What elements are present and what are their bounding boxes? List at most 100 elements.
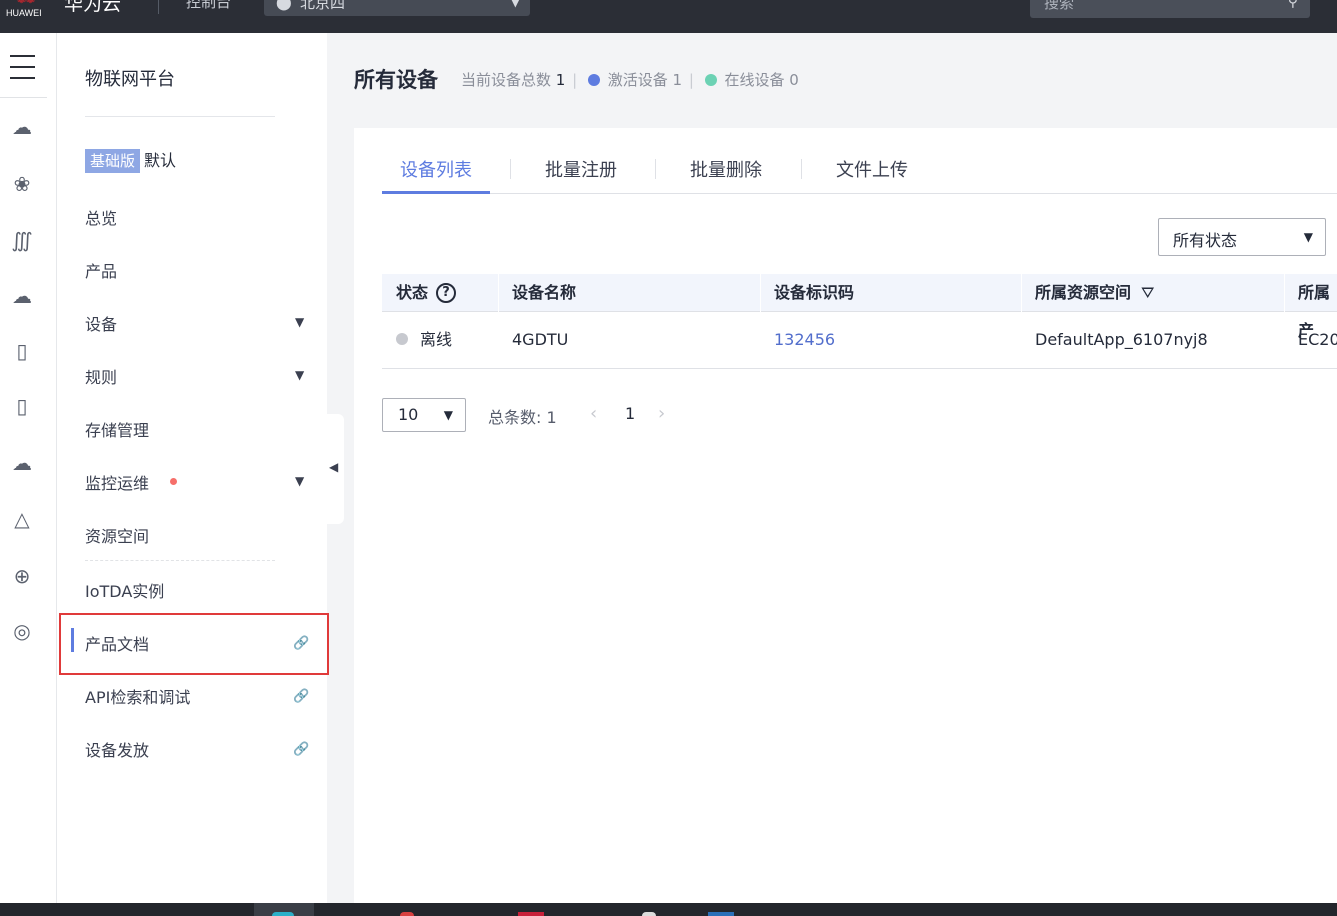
cluster-icon[interactable]: ❀: [8, 170, 36, 198]
tab-file-upload[interactable]: 文件上传: [836, 156, 908, 194]
column-product: 所属产: [1298, 283, 1331, 340]
huawei-petal-icon: ❁❁: [10, 0, 40, 6]
menu-divider: [85, 116, 275, 117]
waveform-icon[interactable]: ∭: [8, 226, 36, 254]
status-filter-select[interactable]: 所有状态 ▼: [1158, 218, 1326, 256]
cloud-storage-icon[interactable]: ☁: [8, 282, 36, 310]
edition-badge: 基础版: [85, 149, 141, 173]
menu-item-monitoring[interactable]: 监控运维: [85, 470, 149, 494]
active-value: 1: [672, 71, 683, 89]
cell-device-identifier-link[interactable]: 132456: [760, 312, 835, 368]
device-stats: 当前设备总数 1 | 激活设备 1 | 在线设备 0: [461, 69, 799, 90]
huawei-logo[interactable]: ❁❁ HUAWEI: [4, 0, 46, 33]
menu-dashed-divider: [85, 560, 275, 561]
menu-item-resource-space[interactable]: 资源空间: [85, 523, 149, 547]
os-taskbar: [0, 903, 1337, 916]
search-icon[interactable]: ⚲: [1288, 0, 1298, 10]
chevron-right-icon[interactable]: ›: [658, 403, 665, 424]
highlight-box: [59, 613, 329, 675]
browser-icon[interactable]: [272, 912, 294, 916]
devices-stack-icon[interactable]: ▯: [8, 392, 36, 420]
page-size-select[interactable]: 10 ▼: [382, 398, 466, 432]
menu-item-rules[interactable]: 规则: [85, 364, 117, 388]
tab-divider: [801, 159, 802, 179]
chevron-down-icon: ▼: [443, 408, 453, 422]
app-icon[interactable]: [708, 912, 734, 916]
column-device-identifier: 设备标识码: [774, 283, 855, 302]
hamburger-menu-icon[interactable]: [10, 55, 35, 79]
service-icon-bar: ☁ ❀ ∭ ☁ ▯ ▯ ☁ △ ⊕ ◎: [0, 33, 57, 903]
chevron-down-icon[interactable]: ▼: [295, 368, 304, 382]
online-value: 0: [789, 71, 799, 89]
pyramid-icon[interactable]: △: [8, 505, 36, 533]
menu-item-api-explorer[interactable]: API检索和调试: [85, 684, 190, 708]
page-title: 所有设备: [354, 68, 438, 92]
region-label: 北京四: [300, 0, 346, 12]
tab-device-list[interactable]: 设备列表: [382, 156, 490, 194]
page-number[interactable]: 1: [625, 404, 635, 423]
service-menu: 物联网平台 基础版 默认 总览 产品 设备 ▼ 规则 ▼ 存储管理 监控运维 ▼ …: [57, 33, 327, 903]
cell-resource-space: DefaultApp_6107nyj8: [1035, 330, 1208, 349]
tab-bar: 设备列表 批量注册 批量删除 文件上传: [382, 156, 1337, 194]
tab-divider: [510, 159, 511, 179]
help-icon[interactable]: ?: [436, 283, 457, 303]
globe-icon[interactable]: ⊕: [8, 562, 36, 590]
app-icon[interactable]: [518, 912, 544, 916]
logo-text: HUAWEI: [6, 8, 42, 18]
status-filter-value: 所有状态: [1173, 231, 1238, 250]
total-label: 当前设备总数: [461, 71, 552, 89]
active-label: 激活设备: [607, 71, 668, 89]
table-row[interactable]: 离线 4GDTU 132456 DefaultApp_6107nyj8 EC20: [382, 312, 1337, 369]
external-link-icon[interactable]: 🔗: [293, 689, 309, 704]
top-navbar: ❁❁ HUAWEI 华为云 控制台 ⬤ 北京四 ▼ 搜索 ⚲: [0, 0, 1337, 33]
stats-divider: |: [572, 71, 578, 89]
app-icon[interactable]: [400, 912, 414, 916]
column-resource-space: 所属资源空间 ⛛: [1021, 274, 1154, 312]
chevron-left-icon: ◀: [329, 460, 339, 474]
total-count: 总条数: 1: [488, 408, 557, 427]
chevron-down-icon[interactable]: ▼: [295, 315, 304, 329]
chevron-down-icon: ▼: [1303, 230, 1313, 244]
app-icon[interactable]: [642, 912, 656, 916]
stats-divider: |: [688, 71, 694, 89]
external-link-icon[interactable]: 🔗: [293, 742, 309, 757]
collapse-menu-button[interactable]: ◀: [326, 414, 344, 524]
chevron-left-icon[interactable]: ‹: [590, 403, 597, 424]
device-icon[interactable]: ▯: [8, 337, 36, 365]
cell-status: 离线: [382, 312, 452, 368]
tab-batch-delete[interactable]: 批量删除: [690, 156, 762, 194]
brand-name[interactable]: 华为云: [64, 0, 121, 16]
cloud-monitor-icon[interactable]: ☁: [8, 449, 36, 477]
cloud-server-icon[interactable]: ☁: [8, 113, 36, 141]
iconbar-divider: [0, 97, 47, 98]
column-status: 状态?: [382, 274, 457, 312]
menu-item-products[interactable]: 产品: [85, 258, 117, 282]
ip-icon[interactable]: ◎: [8, 617, 36, 645]
filter-icon[interactable]: ⛛: [1141, 274, 1154, 312]
search-placeholder: 搜索: [1044, 0, 1075, 12]
topbar-divider: [158, 0, 159, 14]
menu-item-devices[interactable]: 设备: [85, 311, 117, 335]
global-search-input[interactable]: 搜索 ⚲: [1030, 0, 1310, 18]
page-size-value: 10: [398, 405, 419, 424]
tab-batch-register[interactable]: 批量注册: [545, 156, 617, 194]
column-device-name: 设备名称: [512, 283, 577, 302]
online-label: 在线设备: [724, 71, 785, 89]
cell-product: EC20: [1298, 330, 1337, 349]
cell-device-name: 4GDTU: [512, 330, 569, 349]
menu-item-iotda-instance[interactable]: IoTDA实例: [85, 578, 164, 602]
menu-item-storage[interactable]: 存储管理: [85, 417, 149, 441]
device-list-card: 设备列表 批量注册 批量删除 文件上传 所有状态 ▼ 状态? 设备名称 设备标识…: [354, 128, 1337, 903]
menu-item-overview[interactable]: 总览: [85, 205, 117, 229]
chevron-down-icon: ▼: [510, 0, 520, 9]
console-link[interactable]: 控制台: [186, 0, 231, 12]
table-header: 状态? 设备名称 设备标识码 所属资源空间 ⛛ 所属产: [382, 274, 1337, 340]
edition-name: 默认: [144, 151, 177, 170]
instance-edition[interactable]: 基础版 默认: [85, 147, 177, 173]
region-selector[interactable]: ⬤ 北京四 ▼: [264, 0, 530, 16]
location-pin-icon: ⬤: [276, 0, 292, 11]
menu-item-device-provisioning[interactable]: 设备发放: [85, 737, 149, 761]
online-status-dot: [704, 74, 717, 86]
chevron-down-icon[interactable]: ▼: [295, 474, 304, 488]
offline-status-dot: [396, 333, 408, 345]
